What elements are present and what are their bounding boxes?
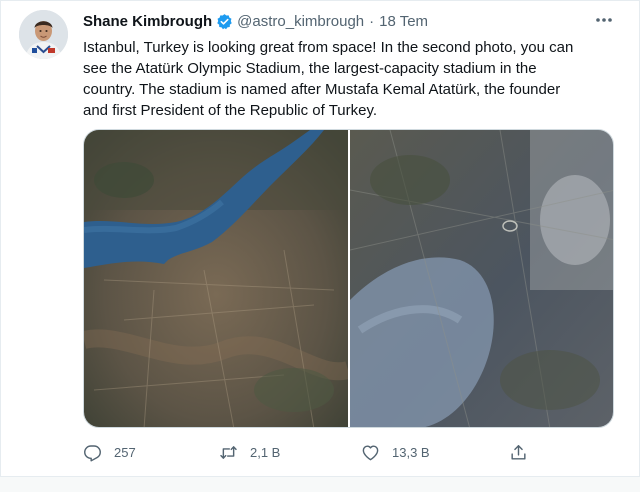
- media-grid: [83, 129, 614, 428]
- ellipsis-icon: [596, 18, 612, 22]
- reply-button[interactable]: 257: [83, 440, 136, 464]
- author-handle[interactable]: @astro_kimbrough: [237, 13, 364, 30]
- reply-count: 257: [114, 444, 136, 460]
- retweet-icon: [220, 445, 237, 459]
- verified-badge-icon: [216, 13, 233, 30]
- meta-separator: ·: [369, 12, 375, 30]
- card-border-left: [0, 0, 1, 492]
- card-border-top: [0, 0, 640, 1]
- like-count: 13,3 B: [392, 444, 430, 460]
- reply-icon: [84, 444, 101, 462]
- tweet-text: Istanbul, Turkey is looking great from s…: [83, 39, 574, 119]
- heart-icon: [362, 444, 379, 460]
- share-icon: [511, 444, 526, 460]
- tweet-header: Shane Kimbrough @astro_kimbrough · 18 Te…: [83, 11, 428, 31]
- more-options-button[interactable]: [592, 11, 616, 29]
- photo-1[interactable]: [84, 130, 351, 427]
- author-name[interactable]: Shane Kimbrough: [83, 13, 212, 30]
- like-button[interactable]: 13,3 B: [361, 440, 430, 464]
- tweet-date[interactable]: 18 Tem: [379, 13, 428, 30]
- avatar[interactable]: [19, 10, 68, 59]
- next-tweet-strip: [0, 477, 640, 492]
- tweet-actions: 257 2,1 B 13,3 B: [83, 440, 543, 464]
- photo-2[interactable]: [349, 130, 613, 427]
- share-button[interactable]: [509, 440, 528, 464]
- retweet-button[interactable]: 2,1 B: [219, 440, 280, 464]
- astronaut-avatar-image: [19, 10, 68, 59]
- retweet-count: 2,1 B: [250, 444, 281, 460]
- bosphorus-satellite-photo: [84, 130, 351, 427]
- ataturk-stadium-satellite-photo: [349, 130, 613, 427]
